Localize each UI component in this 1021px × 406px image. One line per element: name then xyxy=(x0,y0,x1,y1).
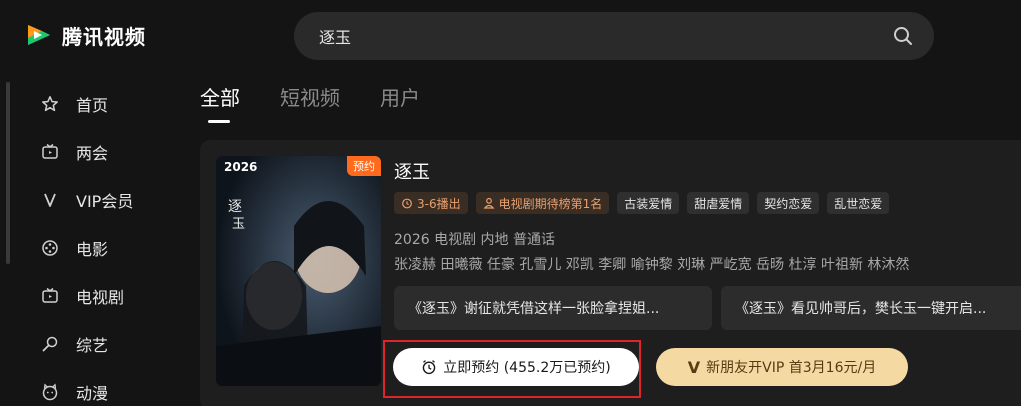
ranking-tag[interactable]: 电视剧期待榜第1名 xyxy=(475,192,610,214)
show-meta: 2026 电视剧 内地 普通话 xyxy=(394,232,555,248)
person-icon xyxy=(483,197,495,209)
tab-all[interactable]: 全部 xyxy=(200,82,240,123)
alarm-clock-icon xyxy=(402,198,412,209)
reserve-button[interactable]: 立即预约 (455.2万已预约) xyxy=(393,348,639,386)
vip-v-icon xyxy=(40,190,60,210)
play-logo-icon xyxy=(24,20,54,50)
sidebar-item-anime[interactable]: 动漫 xyxy=(40,368,160,406)
film-reel-icon xyxy=(40,238,60,258)
cartoon-face-icon xyxy=(40,382,60,402)
tag-label: 3-6播出 xyxy=(417,196,461,211)
vip-promo-label: 新朋友开VIP 首3月16元/月 xyxy=(706,360,877,376)
microphone-icon xyxy=(40,334,60,354)
search-icon[interactable] xyxy=(892,25,914,47)
sidebar-scrollbar[interactable] xyxy=(6,82,10,264)
show-title[interactable]: 逐玉 xyxy=(394,158,430,184)
sidebar-item-lianghui[interactable]: 两会 xyxy=(40,128,160,176)
sidebar-item-label: VIP会员 xyxy=(76,192,134,211)
reservation-badge: 预约 xyxy=(347,156,381,176)
brand-name: 腾讯视频 xyxy=(62,24,146,49)
clip-link[interactable]: 《逐玉》看见帅哥后，樊长玉一键开启... xyxy=(721,286,1021,330)
sidebar-item-label: 两会 xyxy=(76,144,109,163)
alarm-clock-icon xyxy=(422,360,436,375)
sidebar-nav: 首页 两会 VIP会员 电影 电视剧 综艺 动漫 xyxy=(40,80,160,406)
tab-short-video[interactable]: 短视频 xyxy=(280,82,340,123)
sidebar-item-tv-series[interactable]: 电视剧 xyxy=(40,272,160,320)
star-icon xyxy=(40,94,60,114)
clip-link[interactable]: 《逐玉》谢征就凭借这样一张脸拿捏姐... xyxy=(394,286,712,330)
sidebar-item-variety[interactable]: 综艺 xyxy=(40,320,160,368)
tab-users[interactable]: 用户 xyxy=(380,82,420,123)
tag-list: 3-6播出 电视剧期待榜第1名 古装爱情 甜虐爱情 契约恋爱 乱世恋爱 xyxy=(394,192,890,214)
poster-year: 2026 xyxy=(224,160,258,174)
tv-icon xyxy=(40,286,60,306)
sidebar-item-vip[interactable]: VIP会员 xyxy=(40,176,160,224)
poster-artwork: 逐 玉 xyxy=(216,156,381,386)
poster-calligraphy: 玉 xyxy=(232,217,245,232)
genre-tag[interactable]: 契约恋爱 xyxy=(757,192,820,214)
sidebar-item-home[interactable]: 首页 xyxy=(40,80,160,128)
search-input[interactable] xyxy=(319,26,892,46)
vip-promo-button[interactable]: V 新朋友开VIP 首3月16元/月 xyxy=(656,348,908,386)
search-bar[interactable] xyxy=(294,12,934,60)
poster-image[interactable]: 逐 玉 2026 预约 xyxy=(216,156,381,386)
cast-list: 张凌赫 田曦薇 任豪 孔雪儿 邓凯 李卿 喻钟黎 刘琳 严屹宽 岳旸 杜淳 叶祖… xyxy=(394,257,910,273)
tag-label: 电视剧期待榜第1名 xyxy=(498,196,603,211)
sidebar-item-movies[interactable]: 电影 xyxy=(40,224,160,272)
genre-tag[interactable]: 古装爱情 xyxy=(617,192,680,214)
genre-tag[interactable]: 乱世恋爱 xyxy=(827,192,890,214)
sidebar-item-label: 电视剧 xyxy=(76,288,125,307)
poster-calligraphy: 逐 xyxy=(228,199,242,215)
tencent-video-logo[interactable]: 腾讯视频 xyxy=(24,20,146,50)
search-result-card: 逐 玉 2026 预约 逐玉 3-6播出 电视剧期待榜第1名 古装爱情 甜虐爱情… xyxy=(200,140,1021,406)
sidebar-item-label: 动漫 xyxy=(76,384,109,403)
genre-tag[interactable]: 甜虐爱情 xyxy=(687,192,750,214)
broadcast-date-tag: 3-6播出 xyxy=(394,192,468,214)
result-tabs: 全部 短视频 用户 xyxy=(200,82,420,123)
vip-v-icon: V xyxy=(687,357,701,377)
sidebar-item-label: 综艺 xyxy=(76,336,109,355)
sidebar-item-label: 首页 xyxy=(76,96,109,115)
reserve-button-label: 立即预约 (455.2万已预约) xyxy=(443,360,611,376)
sidebar-item-label: 电影 xyxy=(76,240,109,259)
tv-icon xyxy=(40,142,60,162)
